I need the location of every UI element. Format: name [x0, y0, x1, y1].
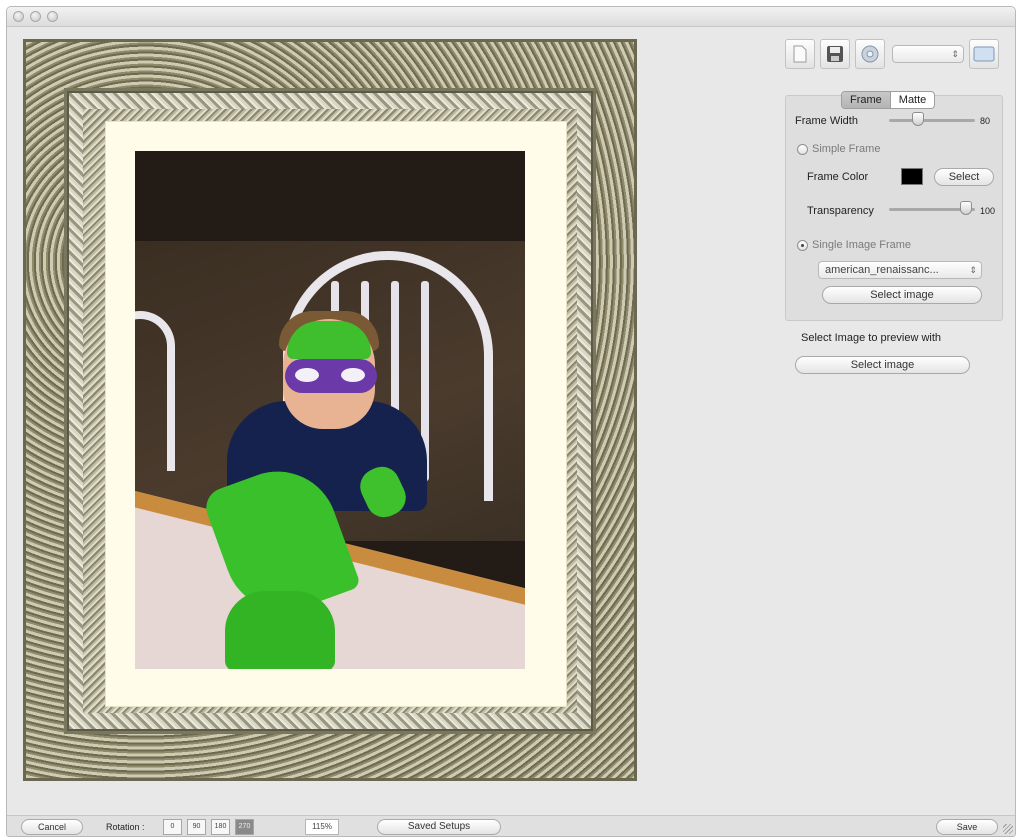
updown-arrows-icon: ⇕ — [969, 265, 977, 275]
frame-color-swatch[interactable] — [901, 168, 923, 185]
resize-grip-icon[interactable] — [1003, 824, 1013, 834]
zoom-window-button[interactable] — [47, 11, 58, 22]
single-image-frame-radio[interactable] — [797, 240, 808, 251]
frame-width-value: 80 — [980, 116, 991, 126]
close-window-button[interactable] — [13, 11, 24, 22]
cancel-button[interactable]: Cancel — [21, 819, 83, 835]
photo-chair-left — [135, 311, 175, 471]
app-window: ⇕ Frame Matte Frame Width 80 Simple Fram… — [6, 6, 1016, 837]
rotation-180-button[interactable]: 180 — [211, 819, 230, 835]
rotation-0-button[interactable]: 0 — [163, 819, 182, 835]
photo-eye — [341, 368, 365, 382]
select-frame-image-button[interactable]: Select image — [822, 286, 982, 304]
rotation-270-button[interactable]: 270 — [235, 819, 254, 835]
single-image-frame-label: Single Image Frame — [812, 239, 912, 251]
simple-frame-radio[interactable] — [797, 144, 808, 155]
transparency-label: Transparency — [807, 205, 874, 217]
photo-green-feet — [225, 591, 335, 669]
frame-width-slider[interactable] — [889, 119, 975, 122]
frame-color-label: Frame Color — [807, 171, 869, 183]
title-bar — [7, 7, 1015, 27]
minimize-window-button[interactable] — [30, 11, 41, 22]
zoom-field[interactable]: 115% — [305, 819, 339, 835]
transparency-value: 100 — [980, 206, 996, 216]
frame-image-popup-value: american_renaissanc... — [825, 264, 939, 276]
rotation-label: Rotation : — [106, 822, 145, 832]
frame-width-slider-knob[interactable] — [912, 112, 924, 126]
frame-image-popup[interactable]: american_renaissanc... ⇕ — [818, 261, 982, 279]
frame-matte-tabs: Frame Matte — [841, 91, 936, 109]
framed-preview — [23, 39, 637, 781]
transparency-slider-knob[interactable] — [960, 201, 972, 215]
rotation-90-button[interactable]: 90 — [187, 819, 206, 835]
preview-image-label: Select Image to preview with — [801, 332, 942, 344]
select-color-button[interactable]: Select — [934, 168, 994, 186]
new-document-icon[interactable] — [785, 39, 815, 69]
tab-matte[interactable]: Matte — [891, 92, 935, 108]
frame-width-label: Frame Width — [795, 115, 858, 127]
updown-arrows-icon: ⇕ — [951, 49, 959, 59]
preview-photo — [135, 151, 525, 669]
select-preview-image-button[interactable]: Select image — [795, 356, 970, 374]
save-icon[interactable] — [820, 39, 850, 69]
simple-frame-label: Simple Frame — [812, 143, 881, 155]
saved-setups-button[interactable]: Saved Setups — [377, 819, 501, 835]
window-icon[interactable] — [969, 39, 999, 69]
bottom-bar — [7, 815, 1015, 836]
gear-icon[interactable] — [855, 39, 885, 69]
photo-green-helmet — [287, 321, 371, 359]
photo-eye — [295, 368, 319, 382]
tab-frame[interactable]: Frame — [842, 92, 891, 108]
toolbar-popup[interactable]: ⇕ — [892, 45, 964, 63]
save-button[interactable]: Save — [936, 819, 998, 835]
